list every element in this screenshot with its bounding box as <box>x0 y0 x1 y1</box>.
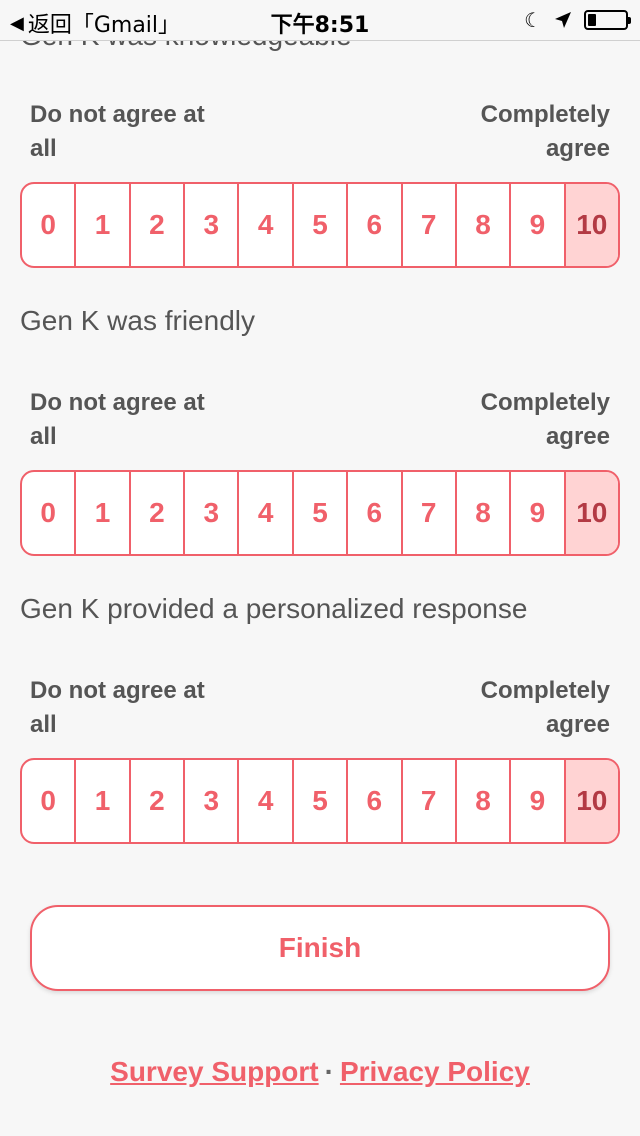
moon-icon: ☾ <box>524 8 542 32</box>
rating-option-0[interactable]: 0 <box>22 760 77 842</box>
rating-option-6[interactable]: 6 <box>348 472 403 554</box>
survey-support-link[interactable]: Survey Support <box>110 1056 318 1087</box>
rating-option-2[interactable]: 2 <box>131 184 186 266</box>
rating-option-4[interactable]: 4 <box>239 184 294 266</box>
rating-option-9[interactable]: 9 <box>511 184 566 266</box>
rating-option-8[interactable]: 8 <box>457 472 512 554</box>
scale-max-label: Completely agree <box>480 389 610 450</box>
privacy-policy-link[interactable]: Privacy Policy <box>340 1056 530 1087</box>
rating-option-3[interactable]: 3 <box>185 184 240 266</box>
rating-option-6[interactable]: 6 <box>348 184 403 266</box>
rating-scale: 0 1 2 3 4 5 6 7 8 9 10 <box>20 182 620 268</box>
scale-min-label: Do not agree at all <box>30 389 205 450</box>
rating-option-5[interactable]: 5 <box>294 472 349 554</box>
rating-option-0[interactable]: 0 <box>22 472 77 554</box>
rating-option-4[interactable]: 4 <box>239 760 294 842</box>
rating-option-7[interactable]: 7 <box>403 472 457 554</box>
rating-option-9[interactable]: 9 <box>511 760 566 842</box>
rating-option-10[interactable]: 10 <box>565 760 618 842</box>
footer-separator: · <box>324 1056 334 1087</box>
rating-scale: 0 1 2 3 4 5 6 7 8 9 10 <box>20 470 620 556</box>
status-bar: ◀ 返回「Gmail」 下午8:51 ☾ <box>0 0 640 41</box>
location-arrow-icon <box>555 12 571 28</box>
footer-links: Survey Support · Privacy Policy <box>0 1056 640 1088</box>
rating-option-3[interactable]: 3 <box>185 760 240 842</box>
rating-option-9[interactable]: 9 <box>511 472 566 554</box>
scale-min-label: Do not agree at all <box>30 677 205 738</box>
rating-option-6[interactable]: 6 <box>348 760 403 842</box>
rating-option-1[interactable]: 1 <box>76 760 131 842</box>
rating-scale: 0 1 2 3 4 5 6 7 8 9 10 <box>20 758 620 844</box>
rating-option-4[interactable]: 4 <box>239 472 294 554</box>
scale-max-label: Completely agree <box>480 101 610 162</box>
rating-option-8[interactable]: 8 <box>457 184 512 266</box>
rating-option-2[interactable]: 2 <box>131 760 186 842</box>
rating-option-7[interactable]: 7 <box>403 760 457 842</box>
scale-min-label: Do not agree at all <box>30 101 205 162</box>
scale-max-label: Completely agree <box>480 677 610 738</box>
rating-option-10[interactable]: 10 <box>565 184 618 266</box>
rating-option-5[interactable]: 5 <box>294 760 349 842</box>
rating-option-10[interactable]: 10 <box>565 472 618 554</box>
finish-button[interactable]: Finish <box>30 905 610 991</box>
rating-option-5[interactable]: 5 <box>294 184 349 266</box>
rating-option-1[interactable]: 1 <box>76 184 131 266</box>
rating-option-8[interactable]: 8 <box>457 760 512 842</box>
rating-option-1[interactable]: 1 <box>76 472 131 554</box>
battery-icon <box>584 10 631 30</box>
rating-option-0[interactable]: 0 <box>22 184 77 266</box>
rating-option-7[interactable]: 7 <box>403 184 457 266</box>
rating-option-2[interactable]: 2 <box>131 472 186 554</box>
question-title: Gen K provided a personalized response <box>20 593 528 624</box>
question-title: Gen K was friendly <box>20 305 255 336</box>
rating-option-3[interactable]: 3 <box>185 472 240 554</box>
